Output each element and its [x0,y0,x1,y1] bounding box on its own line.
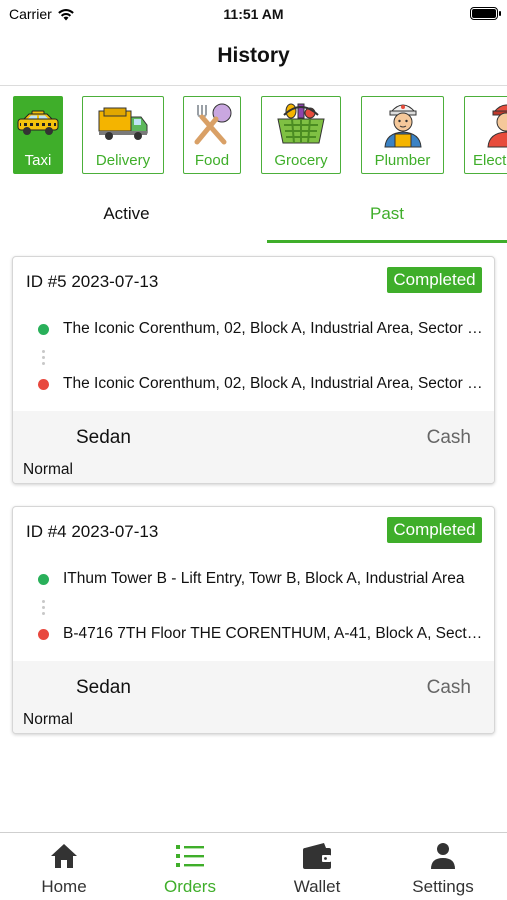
tab-active[interactable]: Active [0,192,253,242]
tab-label: Settings [412,877,474,896]
pickup-dot-icon [38,574,49,585]
route-connector-icon [42,600,46,618]
category-label: Plumber [374,152,431,169]
tab-past[interactable]: Past [267,192,507,242]
food-utensils-icon [184,101,240,147]
dropoff-dot-icon [38,379,49,390]
ride-type: Normal [23,711,73,728]
dropoff-dot-icon [38,629,49,640]
status-badge: Completed [387,267,482,293]
status-bar: Carrier 11:51 AM [0,0,507,28]
tab-settings[interactable]: Settings [380,833,506,900]
status-badge: Completed [387,517,482,543]
status-time: 11:51 AM [223,6,284,22]
order-id-date: ID #4 2023-07-13 [26,522,159,541]
wallet-icon [254,842,380,870]
vehicle-type: Sedan [76,677,131,698]
bottom-tab-bar: Home Orders Wallet Settings [0,832,507,900]
order-card[interactable]: ID #4 2023-07-13 Completed IThum Tower B… [12,506,495,734]
dropoff-address: The Iconic Corenthum, 02, Block A, Indus… [63,375,483,392]
battery-icon [470,7,501,20]
pickup-row: IThum Tower B - Lift Entry, Towr B, Bloc… [38,568,483,590]
category-grocery[interactable]: Grocery [261,96,341,174]
dropoff-row: The Iconic Corenthum, 02, Block A, Indus… [38,373,483,395]
ride-type: Normal [23,461,73,478]
category-label: Food [194,152,230,169]
order-card[interactable]: ID #5 2023-07-13 Completed The Iconic Co… [12,256,495,484]
category-label: Delivery [95,152,151,169]
nav-header: History [0,28,507,86]
category-electrician[interactable]: Elect [464,96,507,174]
electrician-icon [465,101,507,148]
dropoff-row: B-4716 7TH Floor THE CORENTHUM, A-41, Bl… [38,623,483,645]
tab-wallet[interactable]: Wallet [254,833,380,900]
category-label: Grocery [274,152,328,169]
order-footer: Sedan Cash Normal [13,661,494,733]
category-taxi[interactable]: Taxi [13,96,63,174]
tab-label: Home [41,877,87,896]
pickup-row: The Iconic Corenthum, 02, Block A, Indus… [38,318,483,340]
payment-method: Cash [426,677,471,698]
delivery-truck-icon [83,101,163,147]
plumber-icon [362,101,443,148]
tab-selected-indicator [267,240,507,243]
category-label: Taxi [24,152,52,169]
pickup-address: The Iconic Corenthum, 02, Block A, Indus… [63,320,483,337]
payment-method: Cash [426,427,471,448]
grocery-basket-icon [262,101,340,147]
category-label: Elect [473,152,507,169]
person-icon [380,842,506,870]
home-icon [1,842,127,870]
dropoff-address: B-4716 7TH Floor THE CORENTHUM, A-41, Bl… [63,625,483,642]
page-title: History [217,44,290,67]
category-plumber[interactable]: Plumber [361,96,444,174]
list-icon [127,842,253,870]
tab-home[interactable]: Home [1,833,127,900]
pickup-address: IThum Tower B - Lift Entry, Towr B, Bloc… [63,570,465,587]
order-footer: Sedan Cash Normal [13,411,494,483]
pickup-dot-icon [38,324,49,335]
history-segment-tabs: Active Past [0,192,507,242]
route-connector-icon [42,350,46,368]
category-scroller[interactable]: Taxi Delivery Food Grocery Plumber Elect [0,95,507,177]
tab-label: Wallet [293,877,341,896]
category-food[interactable]: Food [183,96,241,174]
tab-label: Orders [164,877,216,896]
order-id-date: ID #5 2023-07-13 [26,272,159,291]
vehicle-type: Sedan [76,427,131,448]
taxi-icon [14,101,62,147]
tab-orders[interactable]: Orders [127,833,253,900]
category-delivery[interactable]: Delivery [82,96,164,174]
